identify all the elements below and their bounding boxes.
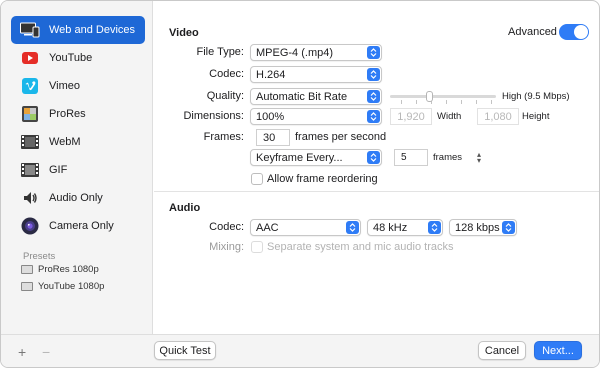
video-section-title: Video — [169, 27, 199, 39]
sidebar-item-web-and-devices[interactable]: Web and Devices — [11, 16, 145, 44]
web-devices-icon — [19, 20, 41, 40]
frames-unit: frames per second — [295, 131, 387, 143]
sidebar-item-youtube[interactable]: YouTube — [11, 44, 145, 72]
remove-preset-button[interactable]: − — [42, 344, 50, 360]
keyframe-popup[interactable]: Keyframe Every... — [250, 149, 382, 166]
height-label: Height — [522, 111, 550, 122]
chevron-updown-icon — [367, 151, 380, 164]
sidebar-item-label: WebM — [49, 136, 81, 148]
presets-heading: Presets — [23, 251, 56, 262]
frames-field[interactable]: 30 — [256, 129, 290, 146]
width-label: Width — [437, 111, 462, 122]
audio-bitrate-popup[interactable]: 128 kbps — [449, 219, 517, 236]
camera-only-icon — [19, 216, 41, 236]
file-type-value: MPEG-4 (.mp4) — [256, 46, 334, 59]
codec-popup[interactable]: H.264 — [250, 66, 382, 83]
preset-file-icon — [21, 265, 33, 274]
sidebar-item-label: Web and Devices — [49, 24, 136, 36]
chevron-updown-icon — [367, 46, 380, 59]
bottom-toolbar: + − Quick Test Cancel Next... — [1, 334, 599, 367]
frame-reordering-label: Allow frame reordering — [267, 173, 378, 185]
codec-label: Codec: — [209, 68, 244, 80]
vimeo-icon — [19, 76, 41, 96]
next-button[interactable]: Next... — [534, 341, 582, 360]
mixing-label: Mixing: — [209, 241, 244, 253]
preset-label: ProRes 1080p — [38, 264, 99, 275]
frames-label: Frames: — [203, 131, 244, 143]
quality-max-label: High (9.5 Mbps) — [502, 91, 570, 102]
quality-popup[interactable]: Automatic Bit Rate — [250, 88, 382, 105]
quick-test-button[interactable]: Quick Test — [154, 341, 216, 360]
mixing-checkbox[interactable] — [251, 241, 263, 253]
sample-rate-popup[interactable]: 48 kHz — [367, 219, 443, 236]
sidebar: Web and Devices YouTube Vimeo ProRes Web… — [1, 1, 153, 334]
keyframe-unit: frames — [433, 152, 463, 163]
audio-codec-value: AAC — [256, 221, 279, 234]
width-field[interactable]: 1,920 — [390, 108, 432, 125]
chevron-updown-icon — [367, 68, 380, 81]
dimensions-label: Dimensions: — [183, 110, 244, 122]
sidebar-item-label: ProRes — [49, 108, 86, 120]
export-window: Web and Devices YouTube Vimeo ProRes Web… — [0, 0, 600, 368]
chevron-updown-icon — [346, 221, 359, 234]
quality-label: Quality: — [206, 90, 244, 102]
audio-section-title: Audio — [169, 202, 201, 214]
keyframe-count-field[interactable]: 5 — [394, 149, 428, 166]
codec-value: H.264 — [256, 68, 286, 81]
sidebar-item-label: YouTube — [49, 52, 93, 64]
keyframe-stepper[interactable]: ▴ ▾ — [477, 151, 481, 165]
webm-icon — [19, 132, 41, 152]
audio-codec-popup[interactable]: AAC — [250, 219, 361, 236]
sidebar-item-label: Audio Only — [49, 192, 103, 204]
quality-value: Automatic Bit Rate — [256, 90, 348, 103]
preset-item-prores-1080p[interactable]: ProRes 1080p — [21, 264, 99, 275]
sidebar-item-vimeo[interactable]: Vimeo — [11, 72, 145, 100]
preset-item-youtube-1080p[interactable]: YouTube 1080p — [21, 281, 104, 292]
sidebar-item-label: GIF — [49, 164, 68, 176]
quality-slider-knob[interactable] — [426, 91, 434, 102]
advanced-label: Advanced — [508, 26, 557, 38]
sidebar-item-label: Vimeo — [49, 80, 80, 92]
file-type-label: File Type: — [196, 46, 245, 58]
chevron-updown-icon — [367, 90, 380, 103]
sidebar-item-webm[interactable]: WebM — [11, 128, 145, 156]
settings-panel: Video Advanced File Type: MPEG-4 (.mp4) … — [154, 1, 599, 334]
sidebar-item-gif[interactable]: GIF — [11, 156, 145, 184]
keyframe-value: Keyframe Every... — [256, 151, 343, 164]
sidebar-item-prores[interactable]: ProRes — [11, 100, 145, 128]
advanced-toggle[interactable] — [559, 24, 589, 40]
audio-bitrate-value: 128 kbps — [455, 221, 500, 234]
sidebar-item-label: Camera Only — [49, 220, 114, 232]
chevron-updown-icon — [502, 221, 515, 234]
youtube-icon — [19, 48, 41, 68]
cancel-button[interactable]: Cancel — [478, 341, 526, 360]
dimensions-popup[interactable]: 100% — [250, 108, 382, 125]
chevron-updown-icon — [367, 110, 380, 123]
section-divider — [154, 191, 599, 192]
sidebar-item-camera-only[interactable]: Camera Only — [11, 212, 145, 240]
height-field[interactable]: 1,080 — [477, 108, 519, 125]
sample-rate-value: 48 kHz — [373, 221, 408, 234]
mixing-option-label: Separate system and mic audio tracks — [267, 241, 454, 253]
gif-icon — [19, 160, 41, 180]
audio-only-icon — [19, 188, 41, 208]
sidebar-item-audio-only[interactable]: Audio Only — [11, 184, 145, 212]
prores-icon — [19, 104, 41, 124]
frame-reordering-checkbox[interactable] — [251, 173, 263, 185]
dimensions-value: 100% — [256, 110, 285, 123]
preset-label: YouTube 1080p — [38, 281, 105, 292]
preset-file-icon — [21, 282, 33, 291]
audio-codec-label: Codec: — [209, 221, 244, 233]
add-preset-button[interactable]: + — [18, 344, 26, 360]
chevron-updown-icon — [428, 221, 441, 234]
file-type-popup[interactable]: MPEG-4 (.mp4) — [250, 44, 382, 61]
